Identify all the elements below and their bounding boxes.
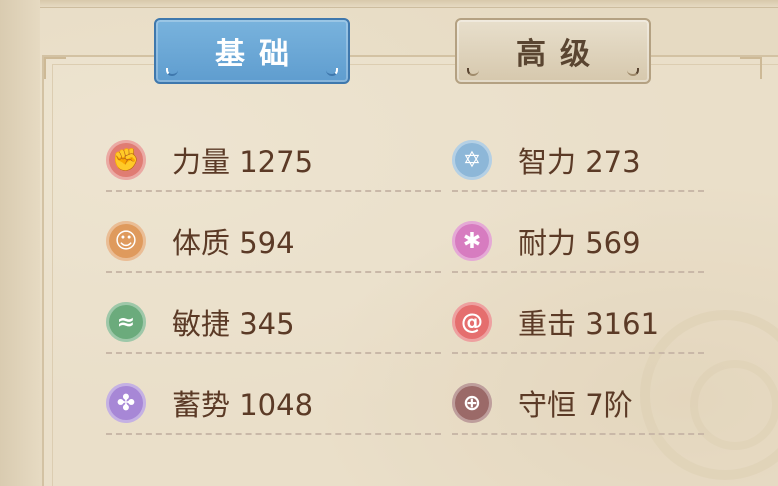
charge-triskelion-icon: ✤ bbox=[106, 383, 146, 423]
top-strip bbox=[40, 0, 778, 8]
tab-ornament-right bbox=[627, 68, 639, 76]
stat-label: 体质 bbox=[172, 226, 231, 260]
stat-label: 蓄势 bbox=[172, 388, 231, 422]
stat-value: 594 bbox=[239, 226, 295, 260]
stat-row-guard: ⊕ 守恒 7阶 bbox=[452, 373, 704, 435]
stat-row-agility: ≈ 敏捷 345 bbox=[106, 292, 441, 354]
stat-row-strength: ✊ 力量 1275 bbox=[106, 130, 441, 192]
stat-row-charge: ✤ 蓄势 1048 bbox=[106, 373, 441, 435]
tab-ornament-right bbox=[326, 68, 338, 76]
stat-row-intellect: ✡ 智力 273 bbox=[452, 130, 704, 192]
stat-row-endurance: ✱ 耐力 569 bbox=[452, 211, 704, 273]
stat-value: 345 bbox=[239, 307, 295, 341]
stat-value: 1275 bbox=[239, 145, 314, 179]
constitution-body-icon: ☺ bbox=[106, 221, 146, 261]
stat-label: 智力 bbox=[518, 145, 577, 179]
tab-basic-label: 基础 bbox=[215, 37, 303, 72]
tab-basic[interactable]: 基础 bbox=[154, 18, 350, 84]
guard-shield-icon: ⊕ bbox=[452, 383, 492, 423]
tab-ornament-left bbox=[467, 68, 479, 76]
stat-label: 守恒 bbox=[518, 388, 577, 422]
stat-row-constitution: ☺ 体质 594 bbox=[106, 211, 441, 273]
stat-label: 重击 bbox=[518, 307, 577, 341]
tab-ornament-left bbox=[166, 68, 178, 76]
critical-swirl-icon: @ bbox=[452, 302, 492, 342]
tab-advanced[interactable]: 高级 bbox=[455, 18, 651, 84]
left-edge bbox=[0, 0, 40, 486]
stat-row-critical: @ 重击 3161 bbox=[452, 292, 704, 354]
stat-value: 7阶 bbox=[585, 388, 633, 422]
stat-value: 569 bbox=[585, 226, 641, 260]
panel-corner-ornament bbox=[740, 57, 762, 79]
tab-advanced-label: 高级 bbox=[516, 37, 604, 72]
stat-value: 273 bbox=[585, 145, 641, 179]
strength-fist-icon: ✊ bbox=[106, 140, 146, 180]
agility-wind-icon: ≈ bbox=[106, 302, 146, 342]
stat-value: 1048 bbox=[239, 388, 314, 422]
endurance-figure-icon: ✱ bbox=[452, 221, 492, 261]
panel-corner-ornament bbox=[44, 57, 66, 79]
stat-label: 力量 bbox=[172, 145, 231, 179]
stat-value: 3161 bbox=[585, 307, 660, 341]
stat-label: 耐力 bbox=[518, 226, 577, 260]
intellect-star-icon: ✡ bbox=[452, 140, 492, 180]
stat-label: 敏捷 bbox=[172, 307, 231, 341]
